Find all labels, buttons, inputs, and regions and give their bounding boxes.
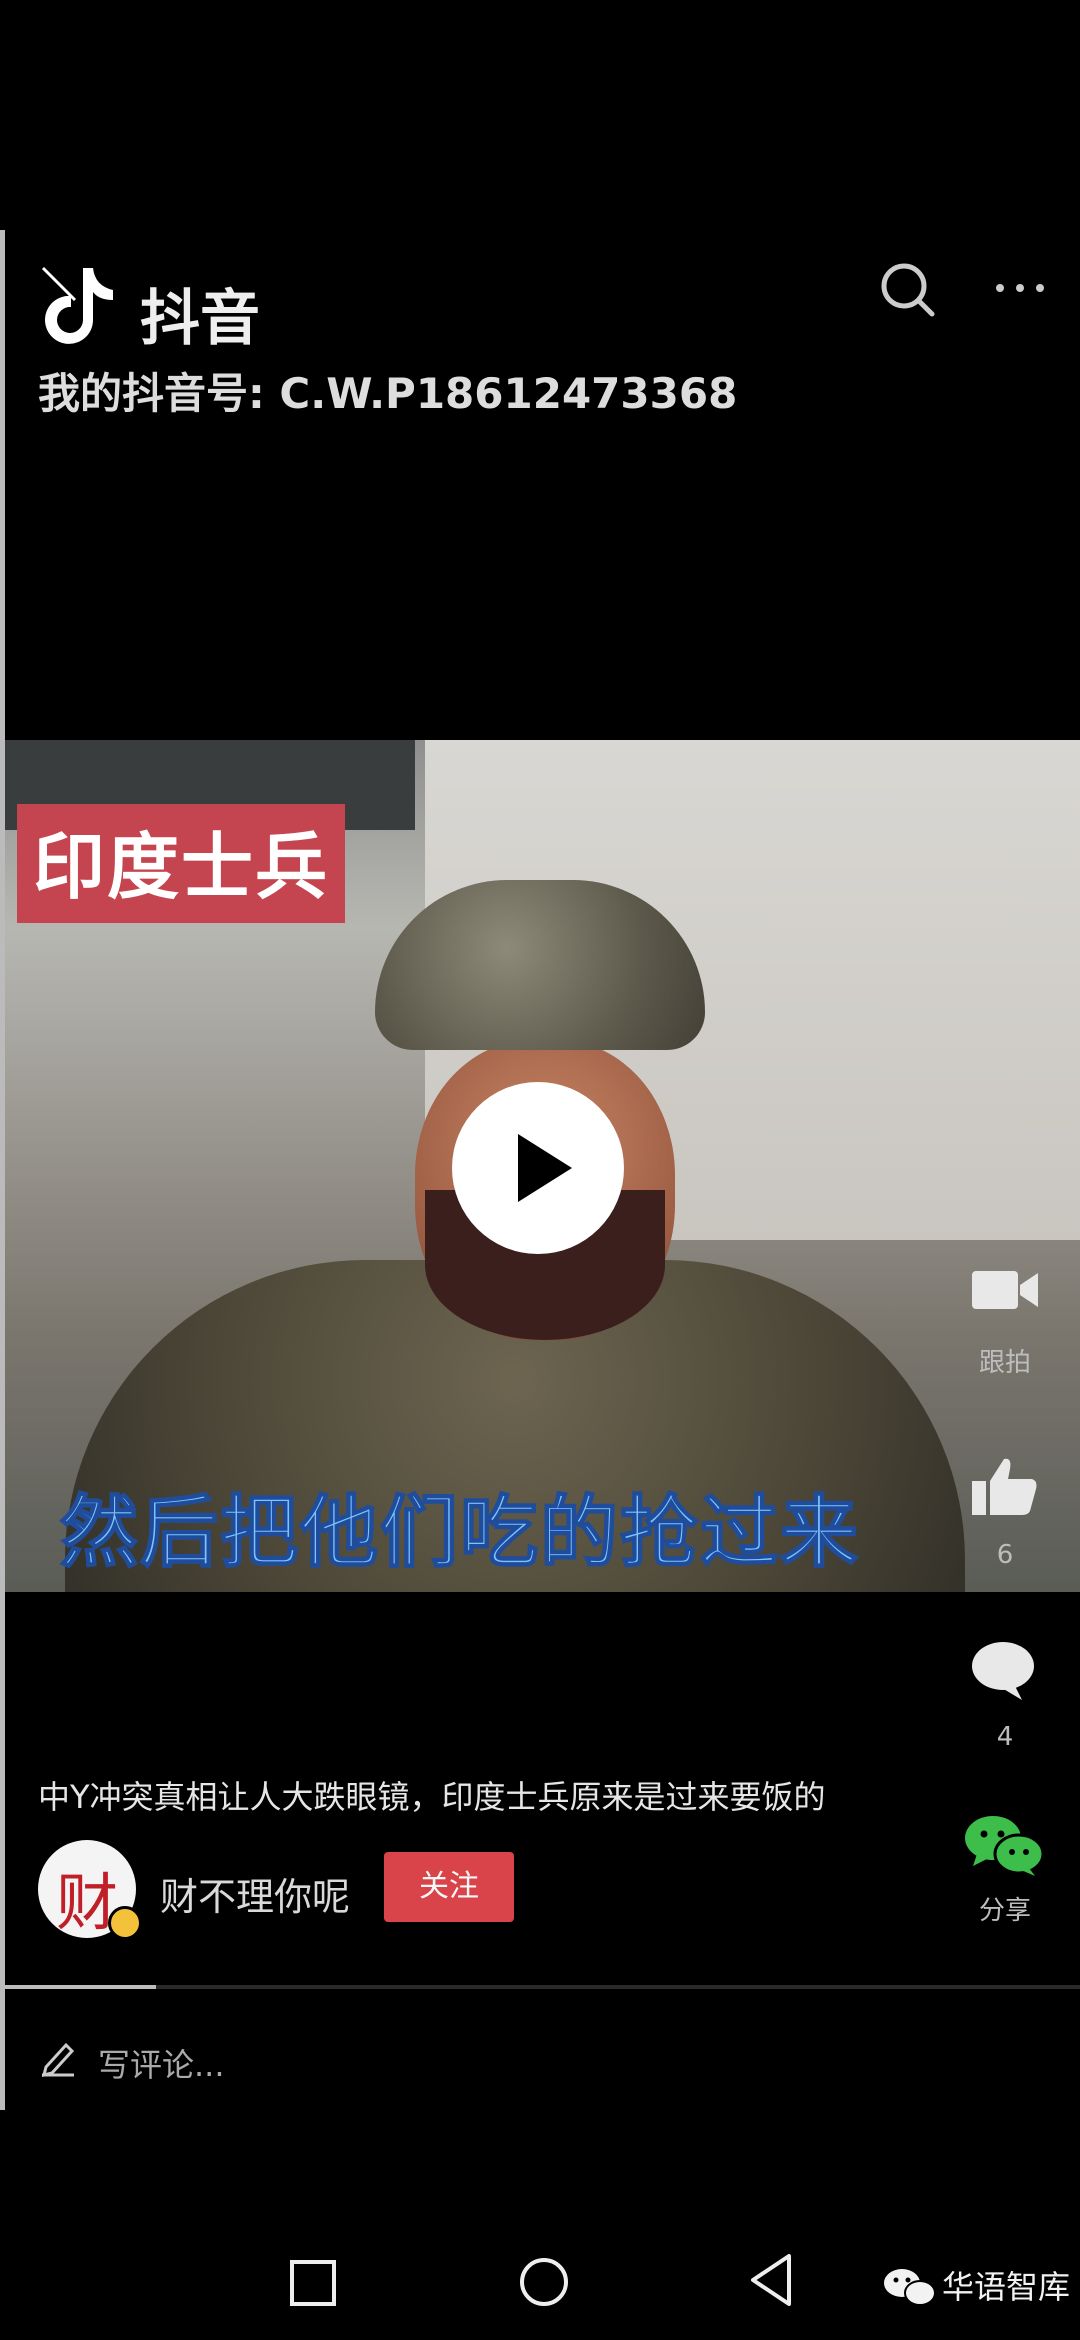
recent-apps-button[interactable] bbox=[290, 2260, 336, 2306]
video-tag-text: 印度士兵 bbox=[33, 825, 330, 909]
follow-button[interactable]: 关注 bbox=[384, 1852, 514, 1922]
search-icon[interactable] bbox=[878, 260, 938, 320]
wechat-share-icon[interactable] bbox=[963, 1812, 1045, 1878]
like-count: 6 bbox=[996, 1540, 1014, 1570]
account-id: 我的抖音号: C.W.P18612473368 bbox=[38, 369, 738, 418]
edit-icon bbox=[41, 2042, 75, 2077]
watermark-text: 华语智库 bbox=[942, 2268, 1071, 2306]
camera-icon[interactable] bbox=[970, 1265, 1040, 1315]
app-name: 抖音 bbox=[140, 284, 260, 354]
video-player[interactable]: 印度士兵 然后把他们吃的抢过来 bbox=[5, 740, 1080, 1592]
comment-icon[interactable] bbox=[970, 1640, 1036, 1702]
home-button[interactable] bbox=[520, 2258, 568, 2306]
more-icon[interactable] bbox=[990, 268, 1050, 308]
douyin-logo-icon bbox=[41, 266, 113, 344]
video-tag: 印度士兵 bbox=[17, 804, 346, 923]
wechat-icon bbox=[884, 2269, 936, 2306]
video-progress-fill bbox=[5, 1985, 156, 1989]
author-name[interactable]: 财不理你呢 bbox=[160, 1866, 350, 1921]
like-icon[interactable] bbox=[970, 1455, 1040, 1517]
comment-input[interactable]: 写评论... bbox=[98, 2040, 225, 2086]
play-icon bbox=[518, 1134, 572, 1202]
video-progress-track[interactable] bbox=[5, 1985, 1080, 1989]
share-label: 分享 bbox=[978, 1896, 1031, 1926]
camera-label: 跟拍 bbox=[978, 1348, 1031, 1378]
back-button[interactable] bbox=[745, 2250, 795, 2310]
avatar-badge bbox=[108, 1906, 142, 1940]
play-button[interactable] bbox=[452, 1082, 624, 1254]
comment-count: 4 bbox=[996, 1722, 1014, 1752]
video-subtitle: 然后把他们吃的抢过来 bbox=[59, 1487, 861, 1579]
video-caption: 中Y冲突真相让人大跌眼镜，印度士兵原来是过来要饭的 bbox=[38, 1778, 826, 1816]
